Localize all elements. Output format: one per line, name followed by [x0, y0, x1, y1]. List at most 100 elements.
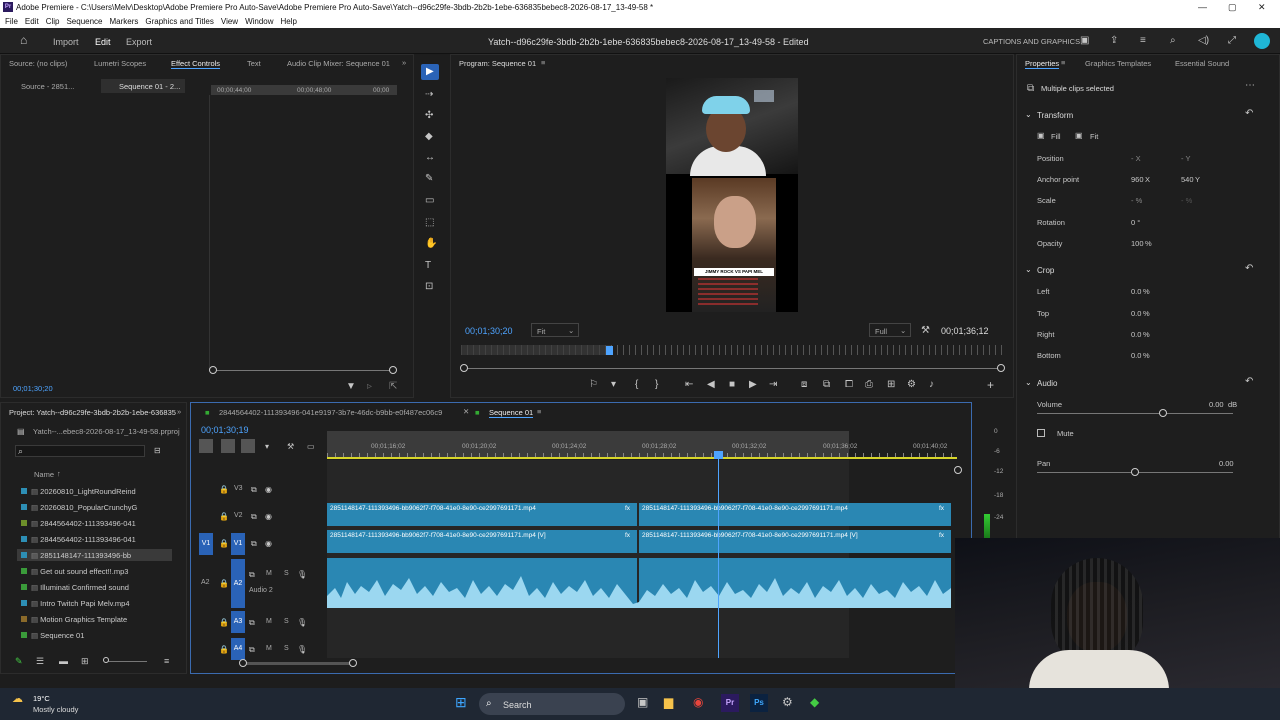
track-v1-label[interactable]: V1 [231, 533, 245, 555]
program-zoom-slider[interactable] [465, 368, 1001, 369]
program-zoom-end[interactable] [997, 364, 1005, 372]
transform-chevron-icon[interactable]: ⌄ [1025, 110, 1032, 119]
weather-temp[interactable]: 19°C [33, 694, 50, 703]
step-back-icon[interactable]: ◀ [707, 380, 715, 390]
new-bin-icon[interactable]: ⊟ [154, 446, 161, 456]
program-title[interactable]: Program: Sequence 01 [459, 59, 536, 68]
export-frame-icon[interactable]: ⎙ [865, 380, 873, 390]
menu-window[interactable]: Window [245, 15, 273, 28]
premiere-taskbar-icon[interactable]: Pr [721, 694, 739, 712]
project-zoom-slider[interactable] [107, 661, 147, 662]
fullscreen-icon[interactable]: ⤢ [1228, 36, 1236, 46]
mute-track-button[interactable]: M [266, 570, 272, 577]
volume-icon[interactable]: ◁) [1198, 36, 1209, 46]
go-to-in-icon[interactable]: ⇤ [685, 380, 693, 390]
name-column-header[interactable]: Name [34, 470, 54, 479]
track-a2-label[interactable]: A2 [231, 559, 245, 608]
stop-icon[interactable]: ■ [729, 380, 735, 390]
menu-clip[interactable]: Clip [46, 15, 60, 28]
menu-graphics[interactable]: Graphics and Titles [145, 15, 213, 28]
sync-icon[interactable]: ⧉ [251, 485, 257, 495]
volume-slider[interactable] [1037, 413, 1233, 414]
project-menu-icon[interactable]: ≡ [164, 656, 169, 666]
timeline-timecode[interactable]: 00;01;30;19 [201, 425, 249, 435]
mute-track-button[interactable]: M [266, 618, 272, 625]
import-tab[interactable]: Import [53, 37, 79, 47]
list-icon[interactable]: ≡ [1140, 36, 1146, 46]
anchor-x-value[interactable]: 960 [1131, 175, 1144, 184]
solo-track-button[interactable]: S [284, 570, 289, 577]
project-zoom-knob[interactable] [103, 657, 109, 663]
taskbar-search-input[interactable] [479, 693, 625, 715]
track-v2-label[interactable]: V2 [234, 512, 243, 519]
project-item[interactable]: ▤ 2844564402-111393496-041 [21, 519, 136, 528]
zoom-slider-start[interactable] [209, 366, 217, 374]
timeline-settings-wrench-icon[interactable]: ⚒ [287, 442, 294, 452]
solo-track-button[interactable]: S [284, 618, 289, 625]
source-patch-a2[interactable]: A2 [201, 579, 210, 586]
edit-tab[interactable]: Edit [95, 37, 111, 47]
share-icon[interactable]: ⇪ [1110, 36, 1118, 46]
go-to-out-icon[interactable]: ⇥ [769, 380, 777, 390]
project-item[interactable]: ▤ Motion Graphics Template [21, 615, 127, 624]
sync-icon[interactable]: ⧉ [251, 539, 257, 549]
timeline-hscroll-start[interactable] [239, 659, 247, 667]
crop-top-value[interactable]: 0.0 [1131, 309, 1141, 318]
audio-icon[interactable]: ♪ [929, 380, 934, 390]
settings-gear-icon[interactable]: ⚙ [782, 696, 793, 708]
multi-camera-icon[interactable]: ⊞ [887, 380, 895, 390]
mark-in-icon[interactable]: { [635, 380, 638, 390]
project-item[interactable]: ▤ 2844564402-111393496-041 [21, 535, 136, 544]
sort-ascending-icon[interactable]: ↑ [57, 469, 61, 478]
fill-icon[interactable]: ▣ [1037, 131, 1045, 141]
menu-view[interactable]: View [221, 15, 238, 28]
audio-chevron-icon[interactable]: ⌄ [1025, 378, 1032, 387]
panel-icon[interactable]: ▣ [1080, 36, 1089, 46]
clip-v1-b[interactable]: 2851148147-111393496-bb9062f7-f708-41e0-… [639, 530, 951, 553]
extract-icon[interactable]: ⧉ [823, 380, 830, 390]
project-item[interactable]: ▤ Illuminati Confirmed sound [21, 583, 129, 592]
project-item[interactable]: ▤ Intro Twitch Papi Melv.mp4 [21, 599, 130, 608]
track-a3-label[interactable]: A3 [231, 611, 245, 633]
slip-icon[interactable]: ↔ [425, 153, 435, 163]
sync-icon[interactable]: ⧉ [249, 618, 255, 628]
zoom-slider-end[interactable] [389, 366, 397, 374]
crop-bottom-value[interactable]: 0.0 [1131, 351, 1141, 360]
app-icon[interactable]: ◆ [810, 696, 819, 708]
chrome-icon[interactable]: ◉ [693, 696, 703, 708]
minimize-button[interactable]: — [1198, 2, 1207, 12]
clip-v2-b[interactable]: 2851148147-111393496-bb9062f7-f708-41e0-… [639, 503, 951, 526]
more-options-icon[interactable]: ⋯ [1245, 81, 1255, 91]
position-y[interactable]: - Y [1181, 154, 1190, 163]
fill-label[interactable]: Fill [1051, 132, 1061, 141]
play-audio-icon[interactable]: ▹ [367, 382, 372, 392]
lock-icon[interactable]: 🔒 [219, 618, 229, 628]
crop-left-value[interactable]: 0.0 [1131, 287, 1141, 296]
lock-icon[interactable]: 🔒 [219, 485, 229, 495]
program-zoom-start[interactable] [460, 364, 468, 372]
sync-icon[interactable]: ⧉ [249, 570, 255, 580]
pan-value[interactable]: 0.00 [1219, 459, 1234, 468]
microphone-icon[interactable]: 🎙 [297, 570, 307, 580]
sync-icon[interactable]: ⧉ [251, 512, 257, 522]
linked-selection-toggle[interactable] [221, 439, 235, 453]
fit-icon[interactable]: ▣ [1075, 131, 1083, 141]
timeline-tab-sequence[interactable]: Sequence 01 [489, 408, 534, 418]
freeform-view-icon[interactable]: ⊞ [81, 656, 89, 666]
marker-icon[interactable]: ▾ [611, 380, 616, 390]
close-tab-icon[interactable]: ✕ [463, 407, 469, 416]
lock-icon[interactable]: 🔒 [219, 539, 229, 549]
project-item[interactable]: ▤ 20260810_PopularCrunchyG [21, 503, 137, 512]
tab-lumetri-scopes[interactable]: Lumetri Scopes [94, 59, 146, 68]
caption-tool-icon[interactable]: ⊡ [425, 282, 433, 292]
project-item[interactable]: ▤ 2851148147-111393496-bb [21, 551, 131, 560]
track-a4-label[interactable]: A4 [231, 638, 245, 660]
add-button-icon[interactable]: + [987, 379, 994, 391]
track-select-icon[interactable]: ⇢ [425, 90, 433, 100]
microphone-icon[interactable]: 🎙 [297, 645, 307, 655]
fit-label[interactable]: Fit [1090, 132, 1098, 141]
tab-source[interactable]: Source: (no clips) [9, 59, 67, 68]
project-item[interactable]: ▤ Sequence 01 [21, 631, 84, 640]
tab-audio-clip-mixer[interactable]: Audio Clip Mixer: Sequence 01 [287, 59, 390, 68]
program-timecode[interactable]: 00;01;30;20 [465, 326, 513, 336]
